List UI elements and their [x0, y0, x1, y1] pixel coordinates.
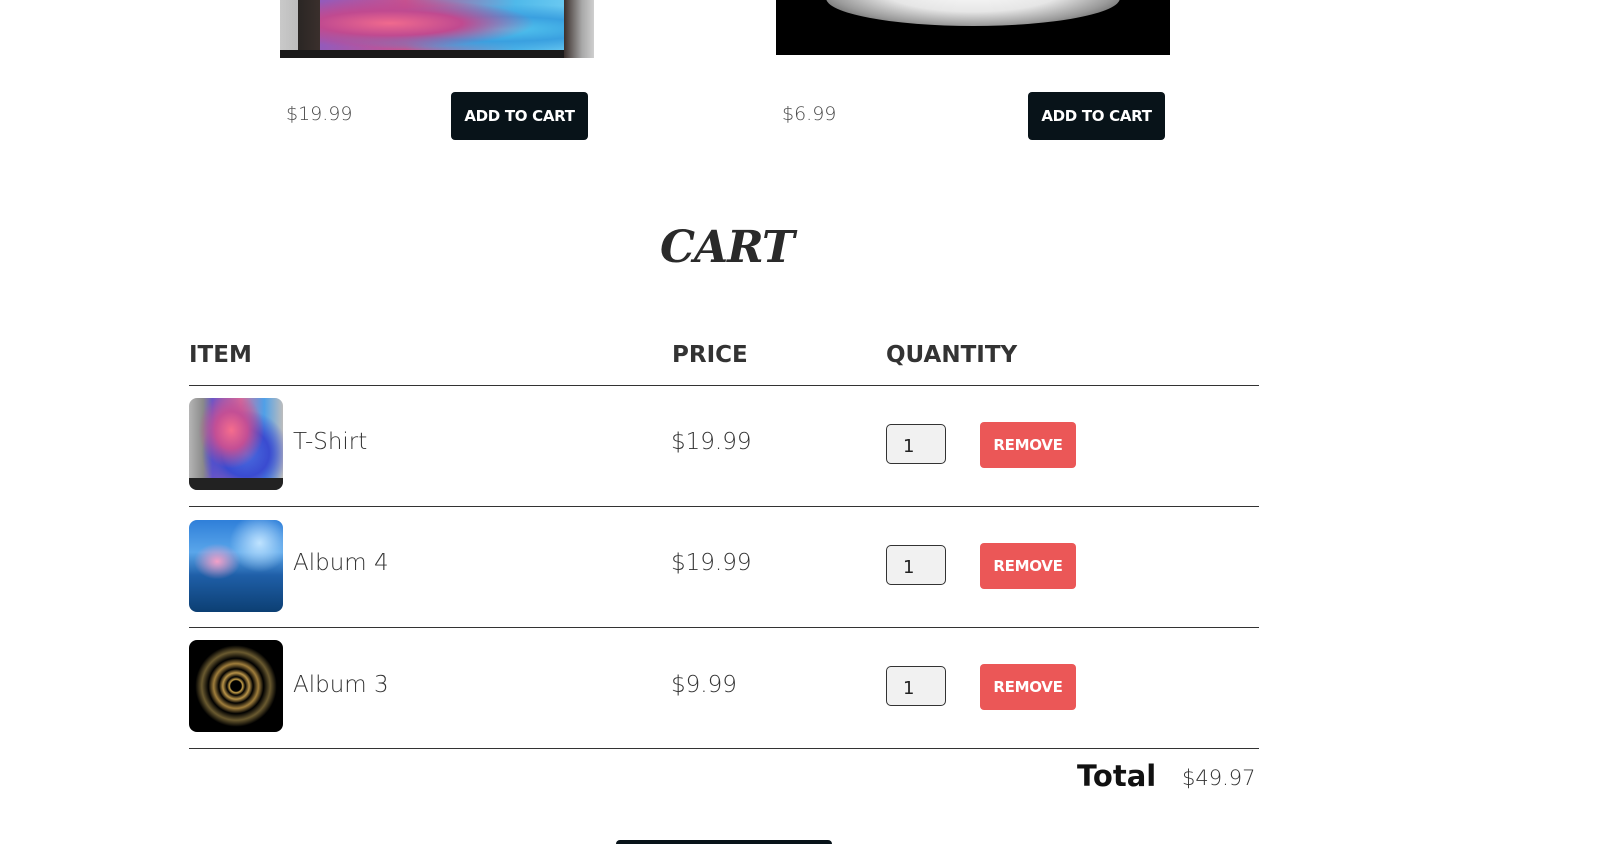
- quantity-input[interactable]: [886, 424, 946, 464]
- product-price: $19.99: [286, 103, 353, 125]
- cart-row: T-Shirt $19.99 REMOVE: [189, 398, 1259, 494]
- store-page: $19.99 ADD TO CART $6.99 ADD TO CART CAR…: [0, 0, 1612, 844]
- row-divider: [189, 627, 1259, 628]
- quantity-input[interactable]: [886, 666, 946, 706]
- cart-row: Album 4 $19.99 REMOVE: [189, 519, 1259, 615]
- coffee-product-image: [776, 0, 1170, 55]
- total-value: $49.97: [1182, 766, 1256, 790]
- purchase-button[interactable]: [616, 840, 832, 844]
- remove-button[interactable]: REMOVE: [980, 422, 1076, 468]
- cart-title: CART: [660, 222, 795, 273]
- remove-button[interactable]: REMOVE: [980, 664, 1076, 710]
- remove-button[interactable]: REMOVE: [980, 543, 1076, 589]
- cart-item-thumbnail: [189, 398, 283, 490]
- product-price: $6.99: [782, 103, 837, 125]
- total-label: Total: [1077, 759, 1157, 793]
- cart-item-name: T-Shirt: [293, 429, 368, 455]
- quantity-input[interactable]: [886, 545, 946, 585]
- cart-item-thumbnail: [189, 520, 283, 612]
- cart-item-thumbnail: [189, 640, 283, 732]
- column-header-quantity: QUANTITY: [886, 342, 1018, 368]
- add-to-cart-button[interactable]: ADD TO CART: [1028, 92, 1165, 140]
- coffee-cup-shape: [826, 0, 1120, 26]
- header-divider: [189, 385, 1259, 386]
- cart-item-price: $9.99: [671, 672, 737, 698]
- cart-item-price: $19.99: [671, 550, 752, 576]
- add-to-cart-button[interactable]: ADD TO CART: [451, 92, 588, 140]
- cart-item-name: Album 3: [293, 672, 389, 698]
- cart-row: Album 3 $9.99 REMOVE: [189, 639, 1259, 735]
- row-divider: [189, 748, 1259, 749]
- t-shirt-product-image: [280, 0, 594, 58]
- column-header-price: PRICE: [672, 342, 748, 368]
- column-header-item: ITEM: [189, 342, 252, 368]
- cart-item-name: Album 4: [293, 550, 389, 576]
- cart-item-price: $19.99: [671, 429, 752, 455]
- row-divider: [189, 506, 1259, 507]
